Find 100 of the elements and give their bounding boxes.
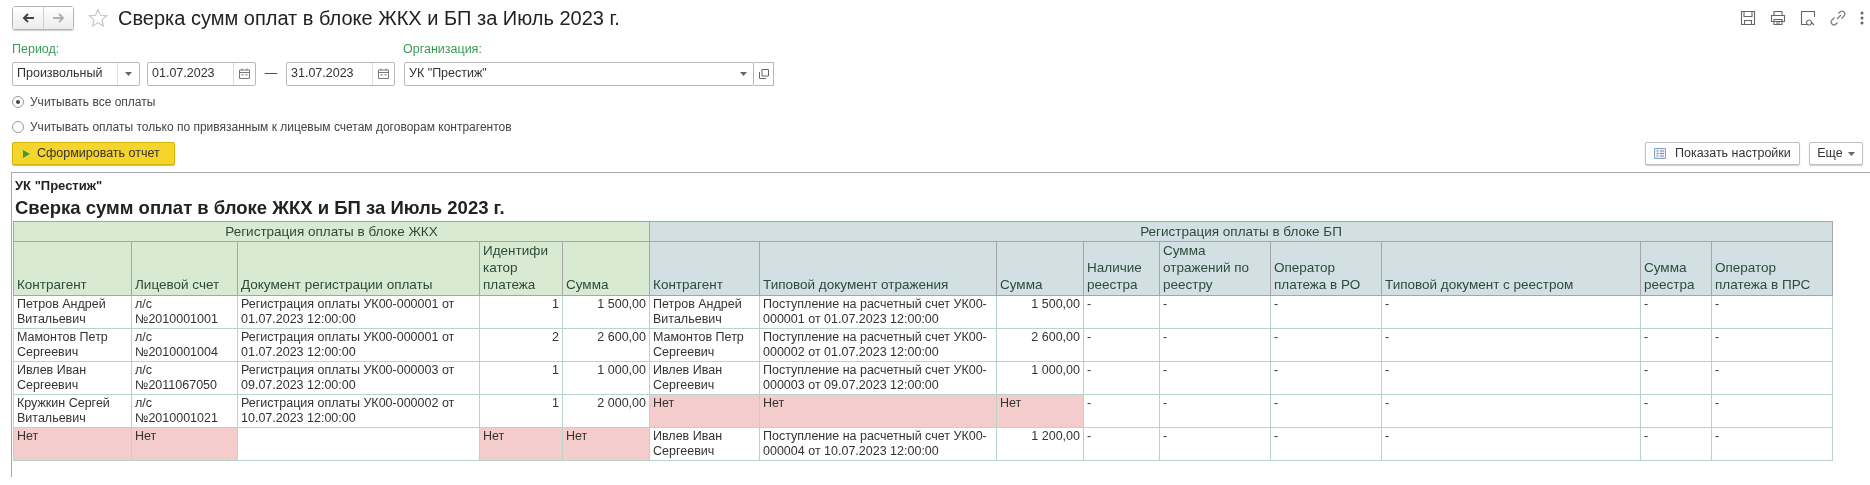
period-label: Период: [12, 41, 61, 58]
table-cell: 1 [479, 361, 563, 395]
period-dropdown[interactable]: Произвольный [12, 61, 140, 86]
radio-label[interactable]: Учитывать все оплаты [30, 93, 156, 112]
table-cell: 2 600,00 [996, 328, 1084, 362]
column-header: Сумма [996, 241, 1084, 296]
table-cell: Петров Андрей Витальевич [649, 295, 760, 329]
table-cell: - [1159, 295, 1271, 329]
calendar-icon [378, 68, 389, 80]
table-cell: Нет [479, 427, 563, 461]
column-header: Лицевой счет [131, 241, 238, 296]
table-cell: Регистрация оплаты УК00-000001 от 01.07.2023 12:00:00 [237, 328, 480, 362]
table-cell: - [1381, 427, 1641, 461]
column-header: Сумма реестра [1640, 241, 1712, 296]
group-header: Регистрация оплаты в блоке БП [649, 221, 1833, 242]
link-icon[interactable] [1830, 10, 1846, 26]
table-cell: - [1711, 328, 1833, 362]
column-header: Документ регистрации оплаты [237, 241, 480, 296]
table-cell: Регистрация оплаты УК00-000002 от 10.07.2023 12:00:00 [237, 394, 480, 428]
table-cell: Поступление на расчетный счет УК00-000003 от 09.07.2023 12:00:00 [759, 361, 997, 395]
table-cell: Ивлев Иван Сергеевич [649, 427, 760, 461]
table-cell: - [1711, 394, 1833, 428]
column-header: Сумма [562, 241, 650, 296]
table-cell: 2 600,00 [562, 328, 650, 362]
table-cell: - [1270, 394, 1382, 428]
table-cell: - [1640, 361, 1712, 395]
open-icon [758, 68, 769, 79]
table-cell: - [1640, 328, 1712, 362]
table-cell: - [1381, 295, 1641, 329]
table-cell: Ивлев Иван Сергеевич [649, 361, 760, 395]
table-cell: - [1640, 295, 1712, 329]
table-cell: - [1381, 361, 1641, 395]
table-cell: - [1159, 328, 1271, 362]
preview-icon[interactable] [1800, 10, 1816, 26]
column-header: Типовой документ с реестром [1381, 241, 1641, 296]
calendar-icon [239, 68, 250, 80]
back-button[interactable] [13, 7, 43, 29]
column-header: Сумма отражений по реестру [1159, 241, 1271, 296]
table-cell: Нет [649, 394, 760, 428]
column-header: Контрагент [649, 241, 760, 296]
caret-icon [1847, 151, 1855, 156]
table-cell: л/с №2010001021 [131, 394, 238, 428]
generate-report-button[interactable]: Сформировать отчет [12, 142, 175, 166]
table-cell: Мамонтов Петр Сергеевич [649, 328, 760, 362]
table-cell: 1 [479, 295, 563, 329]
organization-dropdown[interactable]: УК "Престиж" [404, 61, 754, 86]
table-cell: - [1159, 427, 1271, 461]
radio-button[interactable] [12, 96, 24, 109]
more-button[interactable]: Еще [1809, 142, 1863, 166]
table-cell: 2 [479, 328, 563, 362]
play-icon [23, 149, 30, 158]
open-button[interactable] [754, 61, 774, 86]
table-cell: - [1711, 361, 1833, 395]
table-cell: 1 500,00 [996, 295, 1084, 329]
organization-label: Организация: [403, 41, 482, 58]
table-cell: - [1083, 427, 1160, 461]
table-cell: 1 000,00 [562, 361, 650, 395]
table-cell: - [1711, 295, 1833, 329]
group-header: Регистрация оплаты в блоке ЖКХ [13, 221, 650, 242]
more-icon[interactable] [1860, 11, 1864, 25]
left-arrow-icon [21, 12, 35, 24]
save-icon[interactable] [1740, 10, 1756, 26]
table-cell: Поступление на расчетный счет УК00-000001 от 01.07.2023 12:00:00 [759, 295, 997, 329]
right-arrow-icon [51, 12, 66, 24]
table-cell: Нет [562, 427, 650, 461]
column-header: Контрагент [13, 241, 132, 296]
column-header: Наличие реестра [1083, 241, 1160, 296]
table-cell: Мамонтов Петр Сергеевич [13, 328, 132, 362]
report-organization: УК "Престиж" [15, 176, 104, 195]
table-cell: Ивлев Иван Сергеевич [13, 361, 132, 395]
table-cell: Регистрация оплаты УК00-000001 от 01.07.2023 12:00:00 [237, 295, 480, 329]
table-cell: - [1083, 328, 1160, 362]
table-cell: - [1640, 427, 1712, 461]
date-from-field[interactable]: 01.07.2023 [147, 61, 256, 86]
radio-label[interactable]: Учитывать оплаты только по привязанным к лицевым счетам договорам контрагентов [30, 118, 512, 137]
date-to-field[interactable]: 31.07.2023 [286, 61, 395, 86]
column-header: Оператор платежа в РО [1270, 241, 1382, 296]
column-header: Оператор платежа в ПРС [1711, 241, 1833, 296]
table-cell: 2 000,00 [562, 394, 650, 428]
table-cell: Поступление на расчетный счет УК00-000004 от 10.07.2023 12:00:00 [759, 427, 997, 461]
report-title: Сверка сумм оплат в блоке ЖКХ и БП за Июль 2023 г. [15, 196, 506, 221]
table-cell: - [1270, 295, 1382, 329]
table-cell: 1 200,00 [996, 427, 1084, 461]
radio-button[interactable] [12, 121, 24, 134]
show-settings-button[interactable]: Показать настройки [1645, 142, 1800, 166]
caret-icon [125, 71, 132, 76]
table-cell: - [1083, 361, 1160, 395]
star-icon[interactable] [88, 8, 108, 28]
print-icon[interactable] [1770, 10, 1786, 26]
date-separator: — [263, 65, 279, 83]
window-title: Сверка сумм оплат в блоке ЖКХ и БП за Июль 2023 г. [118, 6, 620, 31]
table-cell: - [1270, 427, 1382, 461]
table-cell: 1 500,00 [562, 295, 650, 329]
table-cell: - [1159, 394, 1271, 428]
table-cell: - [1640, 394, 1712, 428]
table-cell: - [1083, 394, 1160, 428]
table-cell: 1 [479, 394, 563, 428]
settings-list-icon [1654, 148, 1666, 160]
table-cell: Нет [131, 427, 238, 461]
table-cell: 1 000,00 [996, 361, 1084, 395]
